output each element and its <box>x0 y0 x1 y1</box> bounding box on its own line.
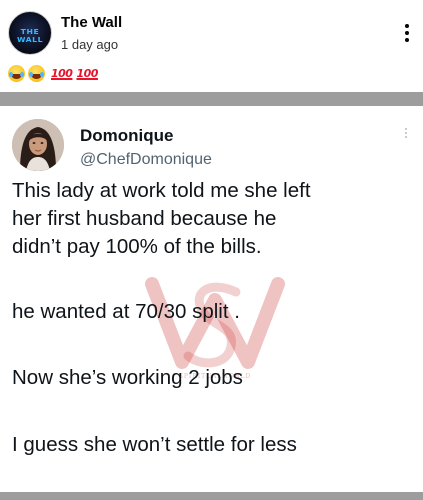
tweet-text-line: I guess she won’t settle for less <box>12 433 297 456</box>
page-logo: THE WALL <box>16 28 44 44</box>
tweet-author-name: Domonique <box>80 126 174 145</box>
post-header: THE WALL The Wall 1 day ago 100 100 <box>0 0 423 92</box>
tweet-more-icon <box>403 128 409 142</box>
hundred-points-emoji-icon: 100 <box>76 66 98 80</box>
laughing-emoji-icon <box>8 64 25 82</box>
tweet-text-line: This lady at work told me she left <box>12 179 311 202</box>
laughing-emoji-icon <box>28 64 45 82</box>
image-border-bottom <box>0 492 423 500</box>
tweet-text-line: her first husband because he <box>12 207 277 230</box>
tweet-text-line: he wanted at 70/30 split . <box>12 300 240 323</box>
tweet-text-line: didn’t pay 100% of the bills. <box>12 235 262 258</box>
tweet-screenshot-image[interactable]: Domonique @ChefDomonique SPIRITUALWORLD … <box>0 106 423 492</box>
page-name[interactable]: The Wall <box>61 14 122 31</box>
more-options-icon[interactable] <box>398 22 416 48</box>
post-caption-emojis: 100 100 <box>8 63 98 83</box>
image-border-top <box>0 92 423 106</box>
tweet-author-avatar <box>12 119 64 171</box>
tweet-author-handle: @ChefDomonique <box>80 151 212 168</box>
tweet-text-line: Now she’s working 2 jobs <box>12 366 243 389</box>
post-timestamp[interactable]: 1 day ago <box>61 37 118 52</box>
hundred-points-emoji-icon: 100 <box>51 66 73 80</box>
page-avatar[interactable]: THE WALL <box>8 11 52 55</box>
